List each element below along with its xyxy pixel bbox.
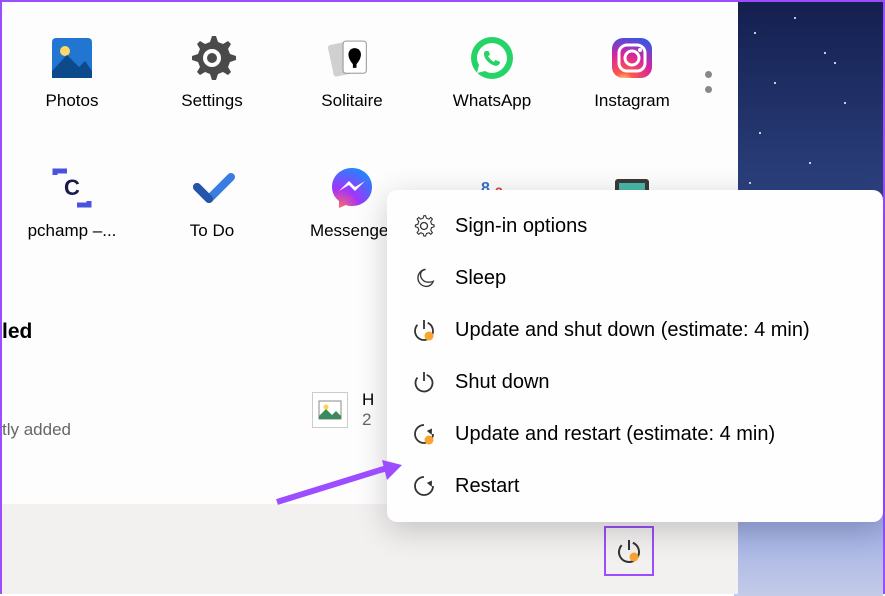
app-photos[interactable]: Photos <box>2 12 142 132</box>
recent-file-line-1: H <box>362 390 374 410</box>
power-menu: Sign-in options Sleep Update and shut do… <box>387 190 883 522</box>
app-solitaire[interactable]: Solitaire <box>282 12 422 132</box>
power-icon <box>615 537 643 565</box>
settings-gear-icon <box>187 33 237 83</box>
app-label: Solitaire <box>321 91 382 111</box>
menu-sleep[interactable]: Sleep <box>387 252 883 304</box>
image-file-icon <box>312 392 348 428</box>
instagram-icon <box>607 33 657 83</box>
pinned-apps-row-1: Photos Settings S <box>2 12 738 132</box>
solitaire-icon <box>327 33 377 83</box>
whatsapp-icon <box>467 33 517 83</box>
moon-icon <box>411 265 437 291</box>
power-update-icon <box>411 317 437 343</box>
app-label: Instagram <box>594 91 670 111</box>
app-clipchamp[interactable]: C pchamp –... <box>2 142 142 262</box>
menu-label: Restart <box>455 475 519 498</box>
menu-label: Sign-in options <box>455 215 587 238</box>
menu-shutdown[interactable]: Shut down <box>387 356 883 408</box>
photos-icon <box>47 33 97 83</box>
recent-file-text: H 2 <box>362 390 374 430</box>
menu-label: Sleep <box>455 267 506 290</box>
menu-label: Update and shut down (estimate: 4 min) <box>455 319 810 342</box>
power-button[interactable] <box>604 526 654 576</box>
restart-update-icon <box>411 421 437 447</box>
clipchamp-icon: C <box>47 163 97 213</box>
messenger-icon <box>327 163 377 213</box>
todo-icon <box>187 163 237 213</box>
svg-text:C: C <box>64 175 80 200</box>
recent-file-line-2: 2 <box>362 410 374 430</box>
recently-added-label: tly added <box>2 420 71 440</box>
app-label: Photos <box>46 91 99 111</box>
menu-update-shutdown[interactable]: Update and shut down (estimate: 4 min) <box>387 304 883 356</box>
recent-file-item[interactable]: H 2 <box>312 390 374 430</box>
menu-label: Shut down <box>455 371 550 394</box>
app-label: pchamp –... <box>28 221 117 241</box>
menu-signin-options[interactable]: Sign-in options <box>387 200 883 252</box>
menu-update-restart[interactable]: Update and restart (estimate: 4 min) <box>387 408 883 460</box>
more-options-button[interactable] <box>698 62 718 102</box>
app-settings[interactable]: Settings <box>142 12 282 132</box>
app-label: WhatsApp <box>453 91 531 111</box>
app-label: Settings <box>181 91 242 111</box>
section-heading: led <box>2 320 32 344</box>
app-whatsapp[interactable]: WhatsApp <box>422 12 562 132</box>
app-todo[interactable]: To Do <box>142 142 282 262</box>
menu-label: Update and restart (estimate: 4 min) <box>455 423 775 446</box>
app-label: To Do <box>190 221 234 241</box>
menu-restart[interactable]: Restart <box>387 460 883 512</box>
power-icon <box>411 369 437 395</box>
restart-icon <box>411 473 437 499</box>
app-label: Messenger <box>310 221 394 241</box>
gear-icon <box>411 213 437 239</box>
app-instagram[interactable]: Instagram <box>562 12 702 132</box>
